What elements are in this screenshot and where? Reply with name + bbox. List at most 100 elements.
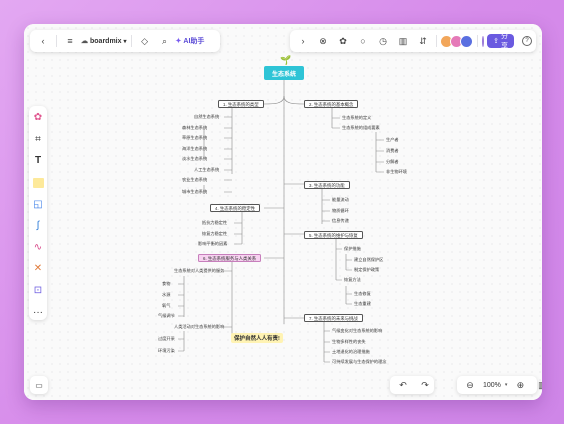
mindmap-root-node[interactable]: 生态系统 bbox=[264, 66, 304, 80]
chevron-down-icon: ▾ bbox=[123, 38, 127, 45]
node[interactable]: 制定保护政策 bbox=[352, 267, 381, 273]
node[interactable]: 物质循环 bbox=[330, 208, 351, 214]
comment-icon[interactable]: ○ bbox=[354, 32, 372, 50]
redo-icon[interactable]: ↷ bbox=[416, 376, 434, 394]
zoom-in-icon[interactable]: ⊕ bbox=[511, 376, 529, 394]
node[interactable]: 淡水生态系统 bbox=[180, 156, 209, 162]
brand-menu[interactable]: ☁ boardmix ▾ bbox=[81, 37, 127, 46]
node[interactable]: 城市生态系统 bbox=[180, 189, 209, 195]
share-button[interactable]: ⇪ 分享 bbox=[487, 33, 514, 50]
chart-icon[interactable]: ▥ bbox=[394, 32, 412, 50]
node[interactable]: 恢复力稳定性 bbox=[200, 231, 229, 237]
node[interactable]: 消费者 bbox=[384, 148, 401, 154]
node[interactable]: 草原生态系统 bbox=[180, 135, 209, 141]
user-avatar[interactable] bbox=[481, 34, 486, 48]
expand-icon[interactable]: › bbox=[294, 32, 312, 50]
node[interactable]: 建立自然保护区 bbox=[352, 257, 385, 263]
node[interactable]: 环境污染 bbox=[156, 348, 177, 354]
history-controls: ↶ ↷ bbox=[390, 376, 434, 394]
brand-label: boardmix bbox=[90, 37, 122, 45]
connector-icon[interactable]: ∫ bbox=[31, 218, 45, 234]
cloud-icon: ☁ bbox=[81, 38, 88, 45]
node[interactable]: 人工生态系统 bbox=[192, 167, 221, 173]
node[interactable]: 生态修复 bbox=[352, 291, 373, 297]
main-toolbar: ‹ ≡ ☁ boardmix ▾ ◇ ⌕ ✦ AI助手 bbox=[30, 30, 220, 52]
node[interactable]: 生态重建 bbox=[352, 301, 373, 307]
node[interactable]: 海洋生态系统 bbox=[180, 146, 209, 152]
node[interactable]: 自然生态系统 bbox=[192, 114, 221, 120]
app-window: 🌱 生态系统 1. 生态系统的类型 自然生态系统 森林生态系统 草原生态系统 海… bbox=[24, 24, 542, 400]
timer-icon[interactable]: ◷ bbox=[374, 32, 392, 50]
zoom-level[interactable]: 100% bbox=[483, 382, 501, 389]
branch-types[interactable]: 1. 生态系统的类型 bbox=[218, 100, 264, 108]
node[interactable]: 人类活动对生态系统的影响 bbox=[172, 324, 226, 330]
node[interactable]: 过度开采 bbox=[156, 336, 177, 342]
branch-future[interactable]: 7. 生态系统的未来与挑战 bbox=[304, 314, 363, 322]
help-icon[interactable]: ? bbox=[521, 36, 532, 46]
node[interactable]: 气候变化对生态系统的影响 bbox=[330, 328, 384, 334]
node[interactable]: 保护措施 bbox=[342, 246, 363, 252]
pen-icon[interactable]: ∿ bbox=[31, 240, 45, 256]
node[interactable]: 生物多样性的丧失 bbox=[330, 339, 368, 345]
node[interactable]: 生态系统的定义 bbox=[340, 115, 373, 121]
template-icon[interactable]: ✿ bbox=[31, 110, 45, 126]
zoom-controls: ⊖ 100% ▾ ⊕ ▥ bbox=[457, 376, 542, 394]
effects-icon[interactable]: ✿ bbox=[334, 32, 352, 50]
branch-stability[interactable]: 4. 生态系统的稳定性 bbox=[210, 204, 261, 212]
more-icon[interactable]: ··· bbox=[31, 304, 45, 320]
node[interactable]: 农业生态系统 bbox=[180, 177, 209, 183]
ai-assistant-button[interactable]: ✦ AI助手 bbox=[176, 36, 205, 46]
node[interactable]: 森林生态系统 bbox=[180, 125, 209, 131]
mindmap-icon[interactable]: ✕ bbox=[31, 261, 45, 277]
node[interactable]: 水源 bbox=[160, 292, 172, 298]
more-tools-icon[interactable]: ⇵ bbox=[414, 32, 432, 50]
ai-icon: ✦ bbox=[175, 38, 182, 45]
avatar bbox=[460, 34, 474, 48]
undo-icon[interactable]: ↶ bbox=[394, 376, 412, 394]
search-icon[interactable]: ⌕ bbox=[156, 32, 174, 50]
branch-maintenance[interactable]: 5. 生态系统的维护与恢复 bbox=[304, 231, 363, 239]
divider bbox=[130, 35, 132, 47]
share-label: 分享 bbox=[500, 33, 508, 50]
zoom-out-icon[interactable]: ⊖ bbox=[461, 376, 479, 394]
node[interactable]: 能量流动 bbox=[330, 197, 351, 203]
shape-icon[interactable]: ◱ bbox=[31, 196, 45, 212]
back-icon[interactable]: ‹ bbox=[34, 32, 52, 50]
node[interactable]: 食物 bbox=[160, 281, 172, 287]
node[interactable]: 生态系统的组成要素 bbox=[340, 125, 382, 131]
menu-icon[interactable]: ≡ bbox=[61, 32, 79, 50]
sticky-note[interactable]: 保护自然人人有责! bbox=[231, 333, 283, 343]
tag-icon[interactable]: ◇ bbox=[136, 32, 154, 50]
map-icon[interactable]: ▥ bbox=[533, 376, 542, 394]
node[interactable]: 非生物环境 bbox=[384, 169, 409, 175]
frame-icon[interactable]: ⌗ bbox=[31, 132, 45, 148]
collaborator-avatars[interactable] bbox=[440, 34, 474, 48]
divider bbox=[56, 35, 57, 47]
minimap-button[interactable]: ▭ bbox=[30, 376, 48, 394]
sticky-note-icon[interactable] bbox=[31, 175, 45, 191]
node[interactable]: 土地退化的治理措施 bbox=[330, 349, 372, 355]
node[interactable]: 生产者 bbox=[384, 137, 401, 143]
ai-label: AI助手 bbox=[183, 38, 205, 45]
branch-concepts[interactable]: 2. 生态系统的基本概念 bbox=[304, 100, 359, 108]
node[interactable]: 恢复方法 bbox=[342, 277, 363, 283]
text-icon[interactable]: T bbox=[31, 153, 45, 169]
branch-services[interactable]: 6. 生态系统服务与人类关系 bbox=[198, 254, 262, 262]
mindmap-connectors bbox=[178, 80, 384, 363]
node[interactable]: 气候调节 bbox=[156, 313, 177, 319]
node[interactable]: 氧气 bbox=[160, 303, 172, 309]
node[interactable]: 抵抗力稳定性 bbox=[200, 220, 229, 226]
embed-icon[interactable]: ⊡ bbox=[31, 283, 45, 299]
share-icon: ⇪ bbox=[493, 38, 499, 45]
node[interactable]: 分解者 bbox=[384, 159, 401, 165]
branch-functions[interactable]: 3. 生态系统的功能 bbox=[304, 181, 350, 189]
node[interactable]: 生态系统对人类提供的服务 bbox=[172, 268, 226, 274]
minimap-icon: ▭ bbox=[35, 380, 43, 390]
target-icon[interactable]: ⊗ bbox=[314, 32, 332, 50]
node[interactable]: 信息传递 bbox=[330, 218, 351, 224]
left-tool-sidebar: ✿ ⌗ T ◱ ∫ ∿ ✕ ⊡ ··· bbox=[29, 106, 47, 320]
whiteboard-canvas[interactable]: 🌱 生态系统 1. 生态系统的类型 自然生态系统 森林生态系统 草原生态系统 海… bbox=[24, 24, 542, 400]
node[interactable]: 影响平衡的因素 bbox=[196, 241, 229, 247]
node[interactable]: 可持续发展与生态保护的理念 bbox=[330, 359, 388, 365]
collab-toolbar: › ⊗ ✿ ○ ◷ ▥ ⇵ ⇪ 分享 ? bbox=[290, 30, 536, 52]
